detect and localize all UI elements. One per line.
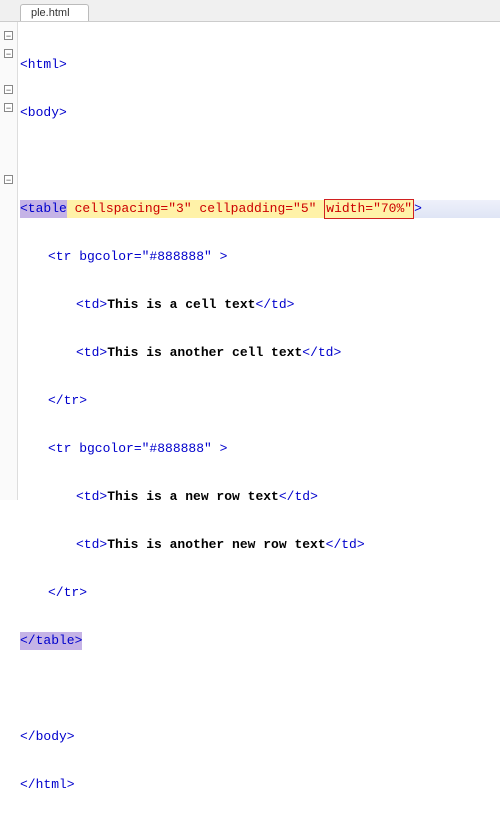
code-line: <tr bgcolor="#888888" > [20, 440, 500, 458]
code-line: </body> [20, 728, 500, 746]
code-line: <body> [20, 104, 500, 122]
fold-toggle[interactable]: − [0, 80, 17, 98]
code-line [20, 152, 500, 170]
code-line: </table> [20, 632, 500, 650]
code-line: </tr> [20, 392, 500, 410]
highlighted-attribute: width="70%" [324, 199, 414, 219]
code-line: </html> [20, 776, 500, 794]
code-line: <td>This is a new row text</td> [20, 488, 500, 506]
tab-bar: ple.html [0, 0, 500, 22]
code-line: <td>This is another cell text</td> [20, 344, 500, 362]
code-line: <td>This is another new row text</td> [20, 536, 500, 554]
code-line: <td>This is a cell text</td> [20, 296, 500, 314]
file-tab[interactable]: ple.html [20, 4, 89, 21]
code-line: <tr bgcolor="#888888" > [20, 248, 500, 266]
highlighted-line: <table cellspacing="3" cellpadding="5" w… [20, 200, 500, 218]
code-line [20, 680, 500, 698]
code-line: <html> [20, 56, 500, 74]
code-editor[interactable]: − − − − − <html> <body> <table cellspaci… [0, 22, 500, 500]
fold-gutter: − − − − − [0, 22, 18, 500]
code-area[interactable]: <html> <body> <table cellspacing="3" cel… [18, 22, 500, 500]
fold-toggle[interactable]: − [0, 44, 17, 62]
fold-toggle[interactable]: − [0, 26, 17, 44]
code-line: </tr> [20, 584, 500, 602]
fold-toggle[interactable]: − [0, 170, 17, 188]
fold-toggle[interactable]: − [0, 98, 17, 116]
